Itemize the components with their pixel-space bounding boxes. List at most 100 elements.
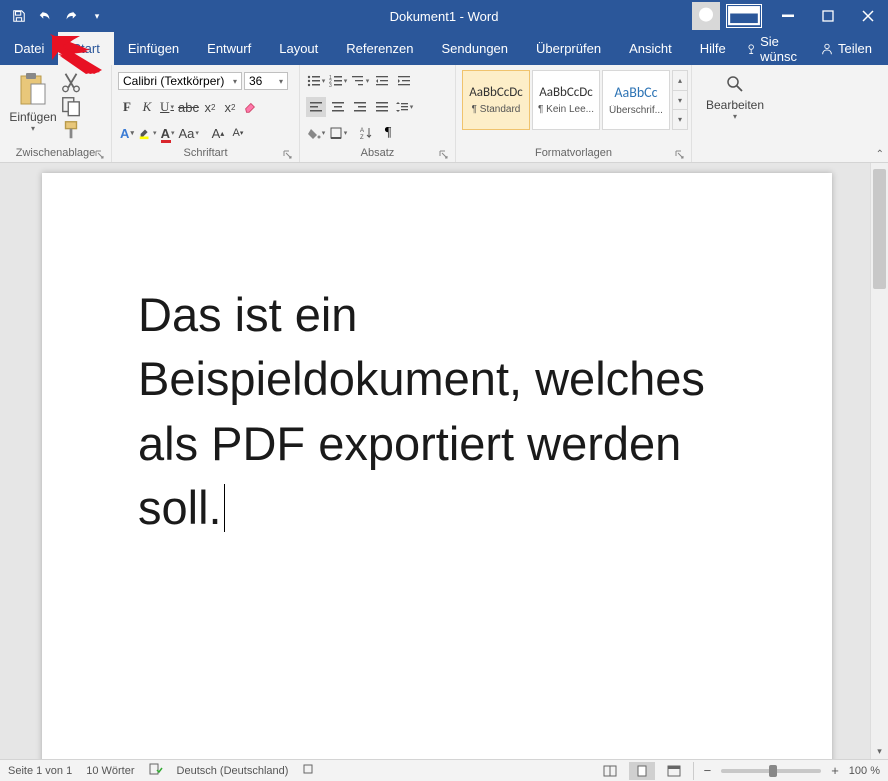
align-left-button[interactable] bbox=[306, 97, 326, 117]
style-preview: AaBbCc bbox=[614, 84, 657, 101]
clear-formatting-button[interactable] bbox=[241, 97, 259, 117]
font-size-combo[interactable]: 36▾ bbox=[244, 72, 288, 90]
highlight-button[interactable]: ▾ bbox=[138, 123, 157, 143]
copy-button[interactable] bbox=[60, 96, 82, 116]
grow-font-button[interactable]: A▴ bbox=[209, 123, 227, 143]
shading-button[interactable]: ▾ bbox=[306, 123, 326, 143]
tab-einfuegen[interactable]: Einfügen bbox=[114, 32, 193, 65]
decrease-indent-button[interactable] bbox=[372, 71, 392, 91]
style-no-spacing[interactable]: AaBbCcDc ¶ Kein Lee... bbox=[532, 70, 600, 130]
scroll-down-button[interactable]: ▾ bbox=[871, 743, 888, 759]
text-effects-button[interactable]: A▾ bbox=[118, 123, 136, 143]
page-indicator[interactable]: Seite 1 von 1 bbox=[8, 765, 72, 777]
shrink-font-button[interactable]: A▾ bbox=[229, 123, 247, 143]
strikethrough-button[interactable]: abc bbox=[178, 97, 199, 117]
font-name-combo[interactable]: Calibri (Textkörper)▾ bbox=[118, 72, 242, 90]
tab-hilfe[interactable]: Hilfe bbox=[686, 32, 740, 65]
sort-button[interactable]: AZ bbox=[356, 123, 376, 143]
zoom-out-button[interactable]: − bbox=[700, 763, 716, 778]
scrollbar-thumb[interactable] bbox=[873, 169, 886, 289]
tab-referenzen[interactable]: Referenzen bbox=[332, 32, 427, 65]
format-painter-button[interactable] bbox=[60, 120, 82, 140]
tab-entwurf[interactable]: Entwurf bbox=[193, 32, 265, 65]
ribbon-tabs: Datei Start Einfügen Entwurf Layout Refe… bbox=[0, 32, 888, 65]
underline-button[interactable]: U▾ bbox=[158, 97, 176, 117]
subscript-button[interactable]: x2 bbox=[201, 97, 219, 117]
gallery-up-button[interactable]: ▴ bbox=[673, 71, 687, 91]
collapse-ribbon-button[interactable]: ⌃ bbox=[876, 149, 884, 160]
share-button[interactable]: Teilen bbox=[814, 41, 878, 56]
line-spacing-button[interactable]: ▾ bbox=[394, 97, 414, 117]
document-viewport[interactable]: Das ist ein Beispieldokument, welches al… bbox=[0, 163, 870, 759]
read-mode-button[interactable] bbox=[597, 762, 623, 780]
close-button[interactable] bbox=[848, 0, 888, 32]
tab-ueberpruefen[interactable]: Überprüfen bbox=[522, 32, 615, 65]
cut-button[interactable] bbox=[60, 72, 82, 92]
align-center-button[interactable] bbox=[328, 97, 348, 117]
group-styles: AaBbCcDc ¶ Standard AaBbCcDc ¶ Kein Lee.… bbox=[456, 65, 692, 162]
change-case-button[interactable]: Aa▾ bbox=[179, 123, 199, 143]
zoom-slider-knob[interactable] bbox=[769, 765, 777, 777]
spell-check-icon[interactable] bbox=[149, 762, 163, 779]
page[interactable]: Das ist ein Beispieldokument, welches al… bbox=[42, 173, 832, 759]
window-controls bbox=[692, 0, 888, 32]
font-size-value: 36 bbox=[249, 74, 262, 88]
tab-datei[interactable]: Datei bbox=[0, 32, 58, 65]
borders-button[interactable]: ▾ bbox=[328, 123, 348, 143]
style-preview: AaBbCcDc bbox=[539, 85, 593, 100]
align-right-button[interactable] bbox=[350, 97, 370, 117]
qat-customize-icon[interactable]: ▾ bbox=[86, 5, 108, 27]
tell-me-button[interactable]: Sie wünsc bbox=[740, 34, 810, 64]
editing-button[interactable]: Bearbeiten ▾ bbox=[706, 68, 764, 146]
style-name: Überschrif... bbox=[609, 105, 663, 116]
word-count[interactable]: 10 Wörter bbox=[86, 765, 134, 777]
undo-icon[interactable] bbox=[34, 5, 56, 27]
group-font-label: Schriftart bbox=[183, 147, 227, 159]
gallery-more-button[interactable]: ▾ bbox=[673, 110, 687, 129]
numbering-button[interactable]: 123▾ bbox=[328, 71, 348, 91]
increase-indent-button[interactable] bbox=[394, 71, 414, 91]
bold-button[interactable]: F bbox=[118, 97, 136, 117]
show-marks-button[interactable]: ¶ bbox=[378, 123, 398, 143]
dialog-launcher-icon[interactable] bbox=[95, 150, 105, 160]
dialog-launcher-icon[interactable] bbox=[283, 150, 293, 160]
tab-ansicht[interactable]: Ansicht bbox=[615, 32, 686, 65]
zoom-level[interactable]: 100 % bbox=[849, 765, 880, 777]
bullets-button[interactable]: ▾ bbox=[306, 71, 326, 91]
paste-button[interactable]: Einfügen ▾ bbox=[6, 68, 60, 146]
ribbon-display-icon[interactable] bbox=[726, 4, 762, 28]
ribbon: Einfügen ▾ Zwischenablage Calibri (Textk… bbox=[0, 65, 888, 163]
user-avatar[interactable] bbox=[692, 2, 720, 30]
paint-bucket-icon bbox=[307, 126, 321, 140]
zoom-slider[interactable] bbox=[721, 769, 821, 773]
tab-layout[interactable]: Layout bbox=[265, 32, 332, 65]
document-body-text[interactable]: Das ist ein Beispieldokument, welches al… bbox=[138, 283, 736, 541]
multilevel-list-button[interactable]: ▾ bbox=[350, 71, 370, 91]
window-title: Dokument1 - Word bbox=[390, 9, 499, 24]
save-icon[interactable] bbox=[8, 5, 30, 27]
superscript-button[interactable]: x2 bbox=[221, 97, 239, 117]
tab-start[interactable]: Start bbox=[58, 32, 113, 65]
italic-button[interactable]: K bbox=[138, 97, 156, 117]
print-layout-button[interactable] bbox=[629, 762, 655, 780]
minimize-button[interactable] bbox=[768, 0, 808, 32]
maximize-button[interactable] bbox=[808, 0, 848, 32]
language-indicator[interactable]: Deutsch (Deutschland) bbox=[177, 765, 289, 777]
group-clipboard: Einfügen ▾ Zwischenablage bbox=[0, 65, 112, 162]
dialog-launcher-icon[interactable] bbox=[439, 150, 449, 160]
style-standard[interactable]: AaBbCcDc ¶ Standard bbox=[462, 70, 530, 130]
tab-sendungen[interactable]: Sendungen bbox=[428, 32, 523, 65]
dialog-launcher-icon[interactable] bbox=[675, 150, 685, 160]
eraser-icon bbox=[243, 100, 257, 114]
gallery-down-button[interactable]: ▾ bbox=[673, 91, 687, 111]
zoom-in-button[interactable]: + bbox=[827, 763, 843, 778]
font-color-button[interactable]: A▾ bbox=[159, 123, 177, 143]
vertical-scrollbar[interactable]: ▴ ▾ bbox=[870, 163, 888, 759]
web-layout-button[interactable] bbox=[661, 762, 687, 780]
macro-icon[interactable] bbox=[302, 763, 314, 778]
justify-button[interactable] bbox=[372, 97, 392, 117]
group-clipboard-label: Zwischenablage bbox=[16, 147, 96, 159]
style-heading1[interactable]: AaBbCc Überschrif... bbox=[602, 70, 670, 130]
paste-label: Einfügen bbox=[9, 110, 56, 124]
redo-icon[interactable] bbox=[60, 5, 82, 27]
